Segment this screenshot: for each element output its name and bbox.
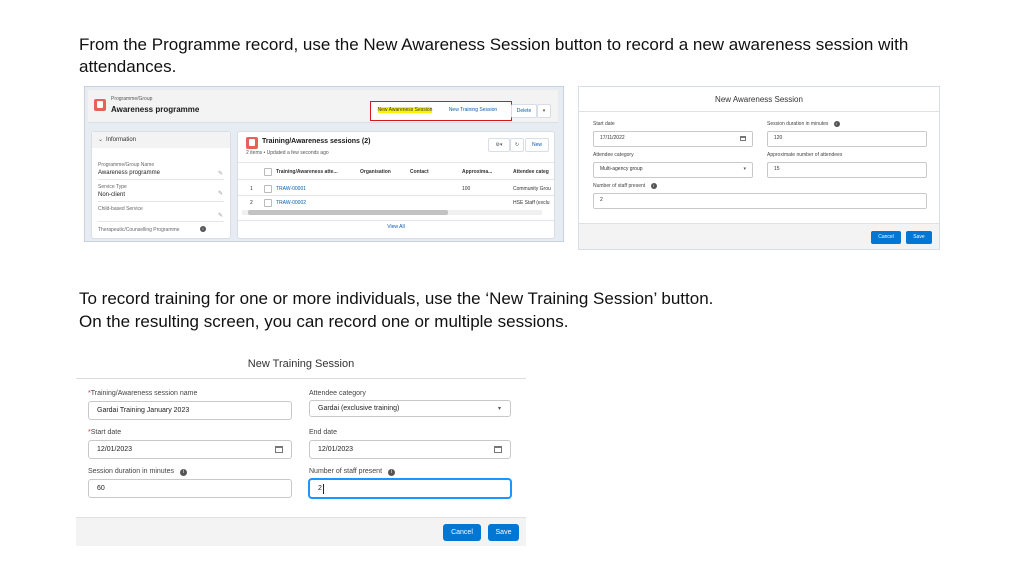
column-header[interactable]: Organisation	[360, 169, 391, 175]
edit-pencil-icon[interactable]: ✎	[218, 170, 223, 177]
row-checkbox[interactable]	[264, 199, 272, 207]
more-actions-chevron-icon[interactable]: ▾	[537, 104, 551, 118]
start-date-input[interactable]: 17/11/2022	[593, 131, 753, 147]
field-label: Service Type	[98, 184, 127, 190]
scrollbar-thumb[interactable]	[248, 210, 448, 215]
object-label: Programme/Group	[111, 96, 153, 102]
view-all-link[interactable]: View All	[238, 224, 554, 230]
info-icon[interactable]: i	[388, 469, 396, 476]
cancel-button[interactable]: Cancel	[443, 524, 481, 541]
row-checkbox[interactable]	[264, 185, 272, 193]
information-section-title: Information	[106, 137, 137, 143]
start-date-label: *Start date	[88, 429, 122, 436]
calendar-icon[interactable]	[275, 446, 283, 453]
session-link[interactable]: TRAW-00001	[276, 186, 306, 192]
table-cell: 100	[462, 186, 471, 192]
training-text-line1: To record training for one or more indiv…	[79, 289, 714, 308]
table-cell: HSE Staff (exclu	[513, 200, 550, 206]
approx-attendees-input[interactable]: 15	[767, 162, 927, 178]
field-label: Child-based Service	[98, 206, 143, 212]
attendee-category-select[interactable]: Gardai (exclusive training) ▾	[309, 400, 511, 417]
record-header: Programme/Group Awareness programme New …	[88, 90, 558, 123]
new-training-session-button[interactable]: New Training Session	[442, 104, 504, 116]
field-label: Therapeutic/Counselling Programme	[98, 227, 180, 233]
approx-attendees-label: Approximate number of attendees	[767, 152, 843, 158]
duration-input[interactable]: 120	[767, 131, 927, 147]
row-number: 1	[250, 186, 253, 192]
training-text-line2: On the resulting screen, you can record …	[79, 312, 569, 331]
modal-title: New Awareness Session	[715, 95, 803, 104]
duration-input[interactable]: 60	[88, 479, 292, 498]
save-button[interactable]: Save	[488, 524, 519, 541]
related-list-title: Training/Awareness sessions (2)	[262, 138, 371, 145]
chevron-down-icon[interactable]: ⌄	[98, 136, 103, 143]
refresh-icon[interactable]: ↻	[510, 138, 524, 152]
modal-footer: Cancel Save	[76, 517, 526, 546]
field-value: Awareness programme	[98, 170, 160, 176]
chevron-down-icon[interactable]: ▾	[743, 166, 746, 172]
new-awareness-session-button[interactable]: New Awareness Session	[373, 104, 437, 116]
related-list-meta: 2 items • Updated a few seconds ago	[246, 150, 329, 156]
session-name-input[interactable]: Gardai Training January 2023	[88, 401, 292, 420]
table-cell: Community Grou	[513, 186, 551, 192]
attendee-category-select[interactable]: Multi-agency group ▾	[593, 162, 753, 178]
duration-label: Session duration in minutes i	[767, 121, 840, 127]
staff-present-input[interactable]: 2	[593, 193, 927, 209]
intro-text-line2: attendances.	[79, 57, 177, 76]
programme-record-screenshot: Programme/Group Awareness programme New …	[84, 86, 564, 242]
info-icon[interactable]: i	[180, 469, 187, 476]
related-list-card: Training/Awareness sessions (2) 2 items …	[237, 131, 555, 239]
save-button[interactable]: Save	[906, 231, 932, 244]
column-header[interactable]: Contact	[410, 169, 429, 175]
staff-present-input[interactable]: 2	[309, 479, 511, 498]
duration-label: Session duration in minutes i	[88, 468, 187, 476]
end-date-input[interactable]: 12/01/2023	[309, 440, 511, 459]
field-label: Programme/Group Name	[98, 162, 155, 168]
info-icon[interactable]: i	[650, 183, 657, 189]
info-icon[interactable]: i	[833, 121, 840, 127]
attendee-category-label: Attendee category	[593, 152, 634, 158]
start-date-input[interactable]: 12/01/2023	[88, 440, 292, 459]
session-link[interactable]: TRAW-00002	[276, 200, 306, 206]
field-value: Non-client	[98, 192, 126, 198]
start-date-label: Start date	[593, 121, 615, 127]
new-button[interactable]: New	[525, 138, 549, 152]
edit-pencil-icon[interactable]: ✎	[218, 190, 223, 197]
intro-text-line1: From the Programme record, use the New A…	[79, 35, 909, 54]
programme-object-icon	[94, 99, 106, 111]
end-date-label: End date	[309, 429, 338, 436]
staff-present-label: Number of staff present i	[309, 468, 396, 476]
edit-pencil-icon[interactable]: ✎	[218, 212, 223, 219]
calendar-icon[interactable]	[494, 446, 502, 453]
new-training-session-modal: New Training Session *Training/Awareness…	[76, 350, 526, 546]
column-header[interactable]: Attendee categ	[513, 169, 549, 175]
delete-button[interactable]: Delete	[511, 104, 537, 118]
related-list-object-icon	[246, 137, 258, 149]
info-icon[interactable]: i	[200, 226, 206, 232]
modal-footer: Cancel Save	[579, 223, 939, 249]
cancel-button[interactable]: Cancel	[871, 231, 901, 244]
column-header[interactable]: Training/Awareness atte...	[276, 169, 338, 175]
session-name-label: *Training/Awareness session name	[88, 390, 198, 397]
information-card: ⌄ Information Programme/Group Name Aware…	[91, 131, 231, 239]
attendee-category-label: Attendee category	[309, 390, 366, 397]
text-cursor	[323, 484, 324, 494]
staff-present-label: Number of staff present i	[593, 183, 657, 189]
horizontal-scrollbar[interactable]	[242, 210, 542, 215]
calendar-icon[interactable]	[740, 136, 746, 141]
select-all-checkbox[interactable]	[264, 168, 272, 176]
new-awareness-session-modal: New Awareness Session Start date 17/11/2…	[578, 86, 940, 250]
modal-title: New Training Session	[247, 358, 355, 370]
row-number: 2	[250, 200, 253, 206]
record-name: Awareness programme	[111, 105, 200, 114]
gear-icon[interactable]: ⚙▾	[488, 138, 510, 152]
column-header[interactable]: Approxima...	[462, 169, 492, 175]
chevron-down-icon[interactable]: ▾	[498, 405, 501, 412]
